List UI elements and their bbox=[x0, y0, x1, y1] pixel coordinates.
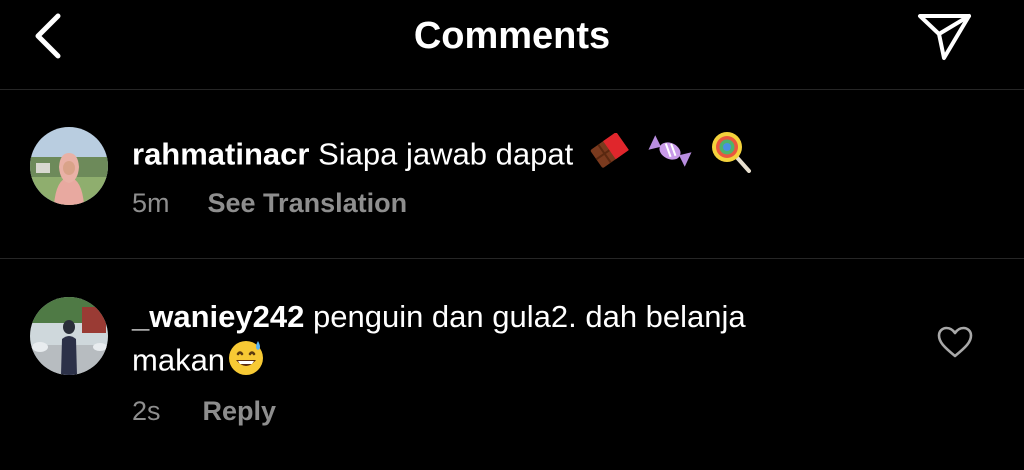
comment-timestamp: 5m bbox=[132, 188, 170, 218]
reply-button[interactable]: Reply bbox=[203, 396, 277, 426]
comment-text-continued: makan bbox=[132, 342, 226, 378]
comment-divider bbox=[0, 258, 1024, 259]
header-divider bbox=[0, 89, 1024, 90]
avatar[interactable] bbox=[30, 127, 108, 205]
like-button[interactable] bbox=[936, 325, 974, 359]
grinning-sweat-emoji bbox=[227, 338, 265, 387]
send-button[interactable] bbox=[914, 10, 974, 62]
comment-meta: 5m See Translation bbox=[132, 188, 407, 219]
comment-username[interactable]: _waniey242 bbox=[132, 299, 304, 334]
header-bar: Comments bbox=[0, 0, 1024, 89]
comment-body: rahmatinacr Siapa jawab dapat bbox=[132, 129, 753, 184]
avatar-photo bbox=[30, 297, 108, 375]
avatar[interactable] bbox=[30, 297, 108, 375]
comment-username[interactable]: rahmatinacr bbox=[132, 137, 309, 172]
see-translation-button[interactable]: See Translation bbox=[208, 188, 408, 218]
candy-emoji bbox=[646, 133, 694, 180]
avatar-photo bbox=[30, 127, 108, 205]
comment-body: _waniey242 penguin dan gula2. dah belanj… bbox=[132, 296, 746, 387]
lollipop-emoji bbox=[709, 129, 753, 184]
comment-meta: 2s Reply bbox=[132, 396, 276, 427]
comment-text: Siapa jawab dapat bbox=[318, 136, 574, 172]
comment-timestamp: 2s bbox=[132, 396, 161, 426]
comment-text: penguin dan gula2. dah belanja bbox=[312, 299, 746, 334]
chocolate-bar-emoji bbox=[588, 131, 632, 180]
paper-plane-icon bbox=[918, 14, 971, 60]
page-title: Comments bbox=[413, 15, 611, 57]
heart-outline-icon bbox=[937, 326, 973, 358]
